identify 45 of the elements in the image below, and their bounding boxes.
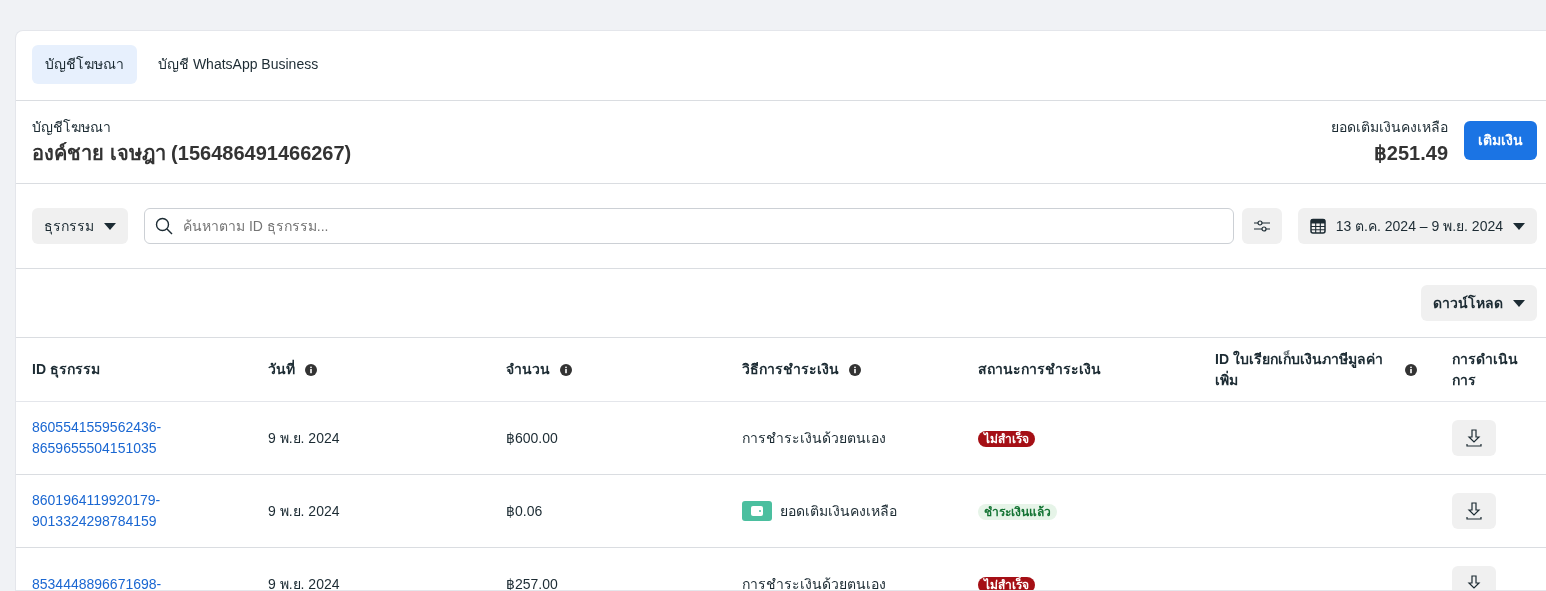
caret-icon — [104, 222, 116, 230]
column-header: วันที่ — [268, 359, 295, 379]
status-badge: ชำระเงินแล้ว — [978, 503, 1057, 520]
column-header: จำนวน — [506, 360, 550, 379]
type-dropdown[interactable]: ธุรกรรม — [32, 208, 128, 244]
calendar-icon — [1309, 218, 1326, 234]
caret-icon — [1513, 222, 1525, 230]
table-cell: 9 พ.ย. 2024 — [268, 502, 340, 519]
balance-amount: ฿251.49 — [1372, 141, 1448, 166]
tab[interactable]: บัญชี WhatsApp Business — [145, 45, 332, 84]
table-cell: ฿600.00 — [506, 429, 558, 446]
transaction-id-link[interactable]: 8605541559562436-8659655504151035 — [32, 417, 182, 459]
download-icon — [1466, 575, 1482, 590]
add-funds-button[interactable]: เติมเงิน — [1464, 121, 1537, 160]
wallet-icon — [742, 501, 772, 521]
column-header: ID ธุรกรรม — [32, 360, 100, 380]
date-range-picker[interactable]: 13 ต.ค. 2024 – 9 พ.ย. 2024 — [1297, 208, 1537, 244]
transaction-id-link[interactable]: 8534448896671698- — [32, 573, 162, 590]
table-cell: ฿257.00 — [506, 575, 558, 590]
transaction-id-link[interactable]: 8601964119920179-9013324298784159 — [32, 490, 182, 532]
table-cell-text: การชำระเงินด้วยตนเอง — [742, 428, 886, 448]
sliders-icon — [1253, 219, 1270, 233]
download-row-button[interactable] — [1452, 493, 1496, 529]
filter-settings-button[interactable] — [1241, 208, 1282, 244]
column-header: การดำเนินการ — [1452, 349, 1519, 390]
table-cell: 9 พ.ย. 2024 — [268, 429, 340, 446]
download-icon — [1466, 429, 1482, 447]
download-row-button[interactable] — [1452, 420, 1496, 456]
status-badge: ไม่สำเร็จ — [978, 576, 1035, 590]
download-button[interactable]: ดาวน์โหลด — [1421, 285, 1537, 321]
balance-label: ยอดเติมเงินคงเหลือ — [1331, 118, 1448, 137]
table-cell: ฿0.06 — [506, 502, 543, 519]
status-badge: ไม่สำเร็จ — [978, 430, 1035, 447]
table-cell: 9 พ.ย. 2024 — [268, 575, 340, 590]
account-name: องค์ชาย เจษฎา (156486491466267) — [32, 141, 352, 167]
caret-icon — [1513, 299, 1525, 307]
download-icon — [1466, 502, 1482, 520]
column-header: ID ใบเรียกเก็บเงินภาษีมูลค่าเพิ่ม — [1215, 349, 1384, 390]
tab[interactable]: บัญชีโฆษณา — [32, 45, 137, 84]
account-label: บัญชีโฆษณา — [32, 118, 112, 137]
column-header: วิธีการชำระเงิน — [742, 360, 839, 379]
table-cell-text: ยอดเติมเงินคงเหลือ — [780, 501, 897, 521]
search-icon — [155, 217, 173, 235]
table-cell-text: การชำระเงินด้วยตนเอง — [742, 574, 886, 590]
column-header: สถานะการชำระเงิน — [978, 360, 1101, 379]
